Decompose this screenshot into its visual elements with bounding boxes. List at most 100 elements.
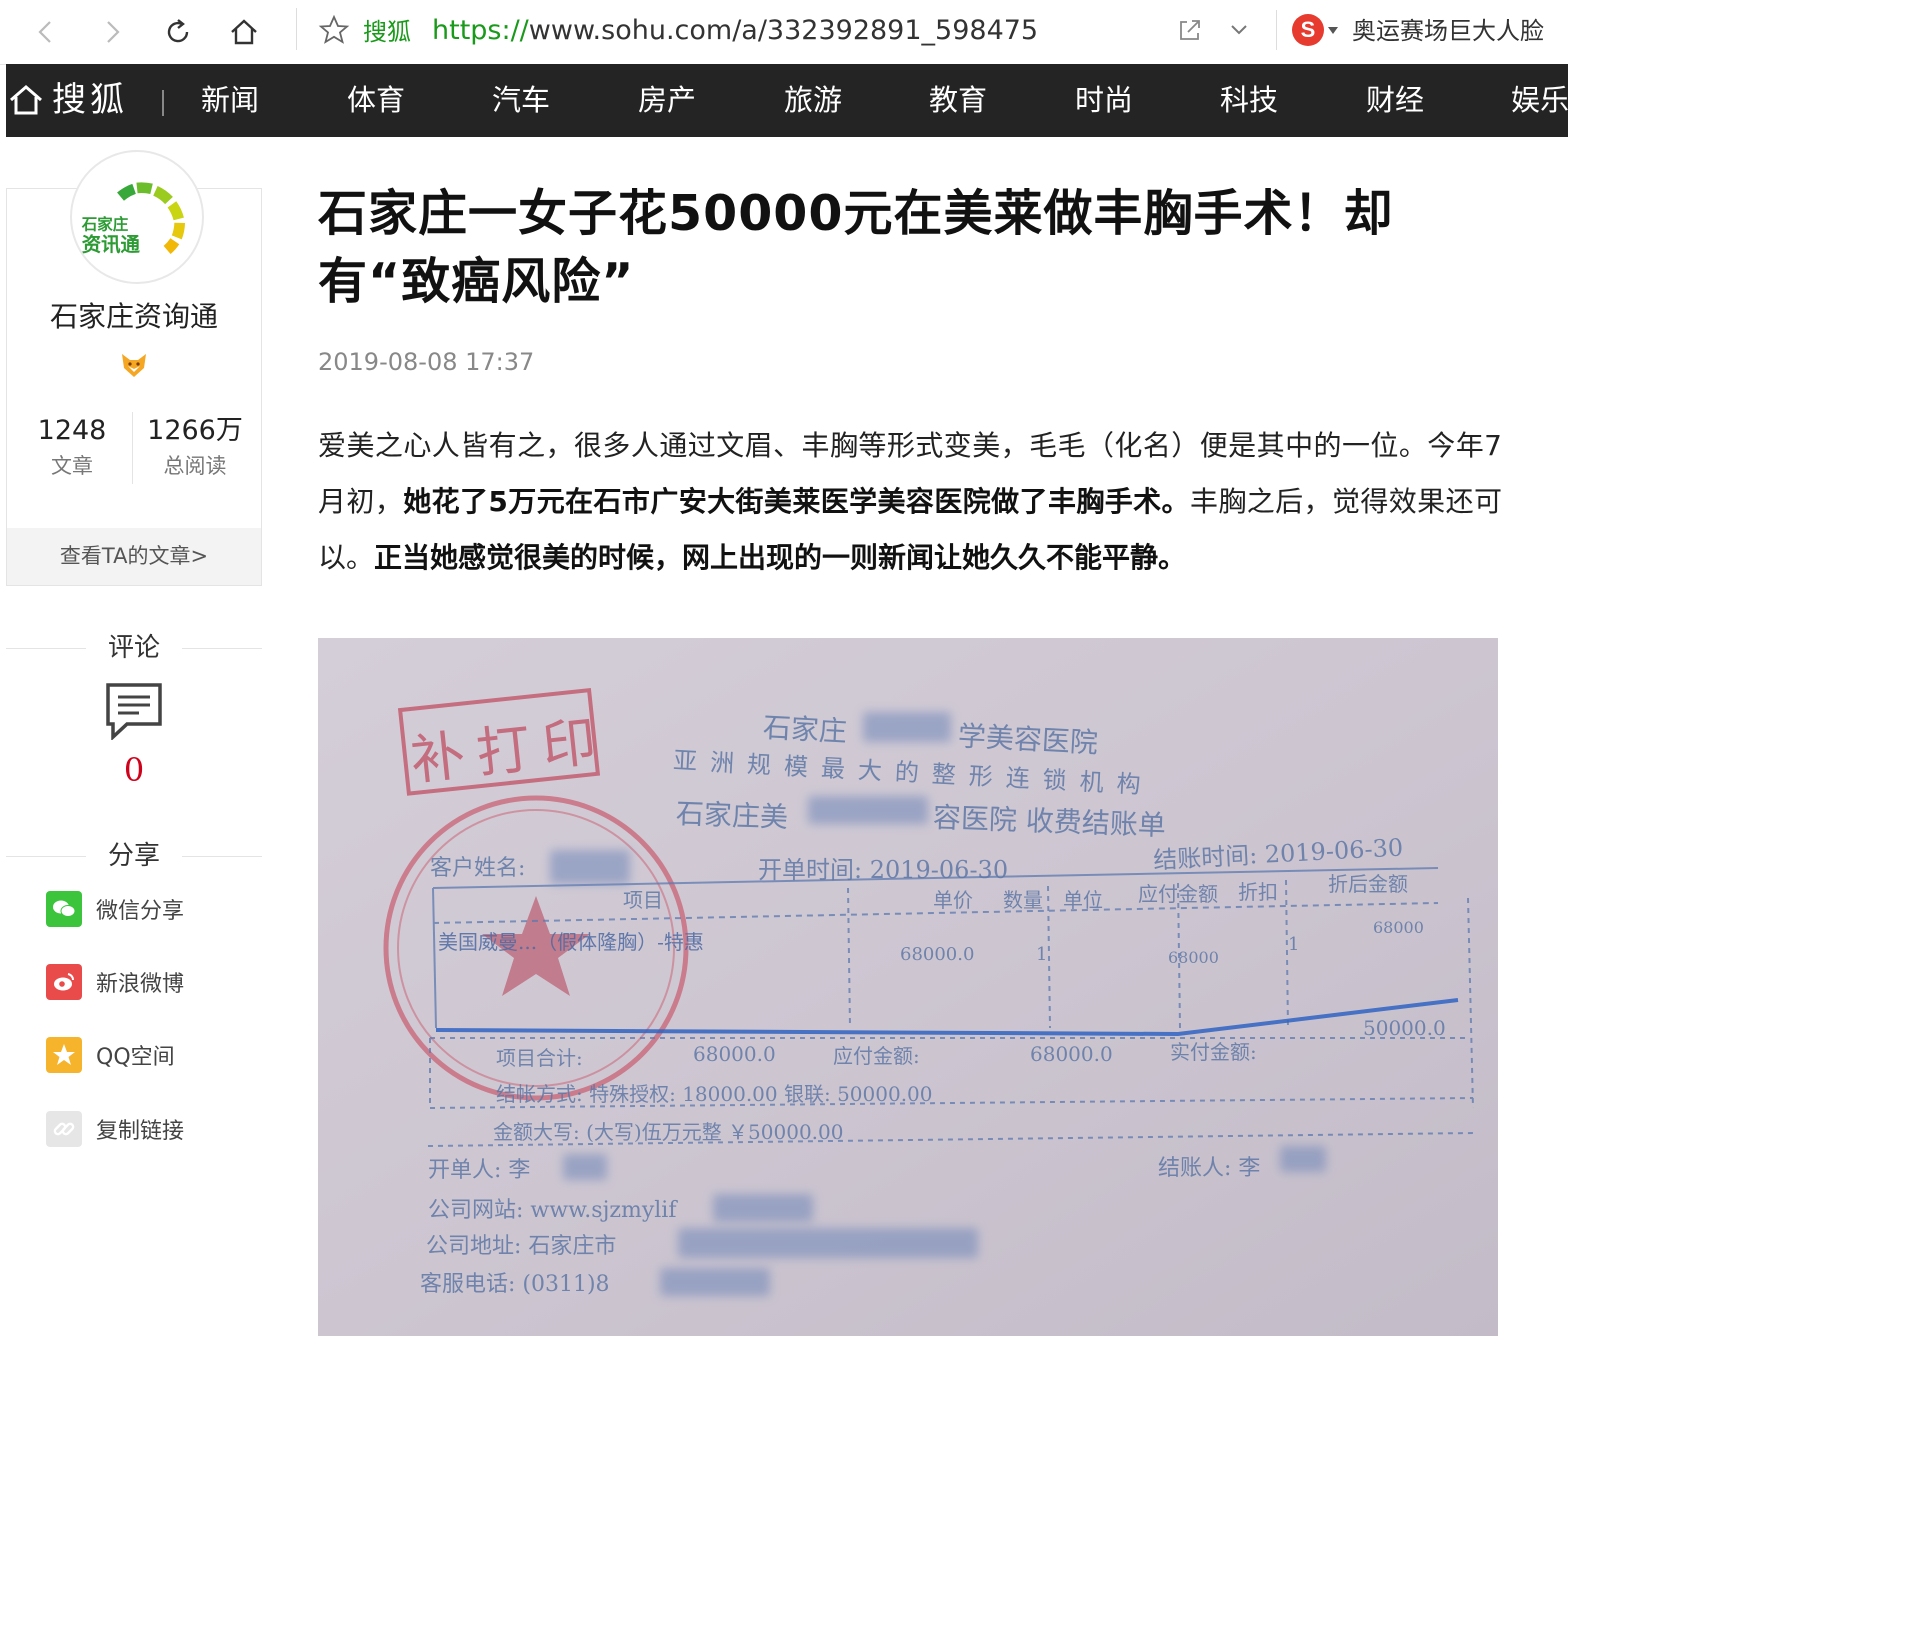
row-due: 68000	[1373, 918, 1424, 937]
share-qzone-button[interactable]: QQ空间	[46, 1036, 175, 1074]
order-time: 开单时间: 2019-06-30	[758, 856, 1009, 884]
wechat-icon	[46, 891, 82, 927]
redaction-blur	[660, 1268, 770, 1296]
amount-in-words: 金额大写: (大写)伍万元整 ￥50000.00	[493, 1120, 844, 1144]
total-value: 68000.0	[693, 1042, 776, 1066]
col-qty: 数量	[1003, 888, 1043, 912]
article-paragraph: 爱美之心人皆有之，很多人通过文眉、丰胸等形式变美，毛毛（化名）便是其中的一位。今…	[318, 418, 1502, 586]
home-icon[interactable]	[8, 82, 44, 118]
browser-toolbar: 搜狐 https://www.sohu.com/a/332392891_5984…	[0, 0, 1568, 65]
url-path: www.sohu.com/a/332392891_598475	[528, 15, 1039, 46]
redaction-blur	[1280, 1146, 1326, 1172]
redaction-blur	[863, 712, 951, 742]
row-discount: 1	[1288, 934, 1300, 955]
share-weibo-button[interactable]: 新浪微博	[46, 963, 184, 1001]
total-label: 项目合计:	[496, 1046, 583, 1070]
author-avatar[interactable]: 石家庄 资讯通	[70, 150, 204, 284]
redaction-blur	[713, 1194, 813, 1222]
nav-item-tech[interactable]: 科技	[1220, 80, 1278, 120]
service-phone: 客服电话: (0311)8	[420, 1272, 610, 1297]
nav-item-travel[interactable]: 旅游	[784, 80, 842, 120]
avatar-text-line1: 石家庄	[81, 215, 129, 234]
reload-icon	[167, 19, 189, 43]
nav-item-entertainment[interactable]: 娱乐	[1511, 80, 1569, 120]
company-website: 公司网站: www.sjzmylif	[428, 1198, 677, 1223]
copy-link-button[interactable]: 复制链接	[46, 1110, 184, 1148]
site-identity[interactable]: 搜狐	[363, 15, 411, 49]
see-author-articles-link[interactable]: 查看TA的文章>	[7, 528, 261, 585]
issuer: 开单人: 李	[428, 1158, 531, 1183]
author-name[interactable]: 石家庄资询通	[0, 296, 268, 338]
nav-divider	[162, 90, 164, 116]
payable-label: 应付金额:	[833, 1044, 920, 1068]
payable-value: 68000.0	[1030, 1042, 1113, 1066]
sohu-logo[interactable]: 搜狐	[52, 78, 128, 122]
bookmark-star-icon[interactable]	[318, 14, 350, 46]
col-unit: 单位	[1063, 888, 1103, 912]
receipt-hospital-name: 石家庄	[762, 710, 848, 749]
col-price: 单价	[933, 888, 973, 912]
comment-count[interactable]: 0	[0, 748, 268, 792]
receipt-photo: 补打印 石家庄 学美容医院 亚洲规模最大的整形连锁机构 石家庄美 容医院 收费结…	[318, 638, 1498, 1336]
row-amount: 68000	[1168, 948, 1219, 967]
articles-count: 1248	[37, 415, 107, 446]
receipt-title-prefix: 石家庄美	[675, 797, 789, 834]
nav-item-news[interactable]: 新闻	[201, 80, 259, 120]
stat-divider	[132, 412, 133, 484]
search-engine-logo[interactable]: S	[1292, 14, 1324, 46]
nav-item-auto[interactable]: 汽车	[492, 80, 550, 120]
chevron-left-icon	[38, 21, 51, 43]
payment-method: 结帐方式: 特殊授权: 18000.00 银联: 50000.00	[496, 1082, 933, 1106]
redaction-blur	[808, 796, 928, 824]
receipt-title: 容医院 收费结账单	[932, 800, 1167, 843]
home-button[interactable]	[224, 12, 264, 52]
home-icon	[231, 19, 257, 45]
paid-label: 实付金额:	[1170, 1040, 1257, 1064]
avatar-text-line2: 资讯通	[82, 233, 141, 256]
redaction-blur	[678, 1228, 978, 1258]
share-qzone-label: QQ空间	[96, 1045, 175, 1070]
chevron-right-icon	[107, 21, 120, 43]
hot-search-suggestion[interactable]: 奥运赛场巨大人脸	[1352, 14, 1544, 48]
reads-label: 总阅读	[163, 454, 227, 478]
nav-item-education[interactable]: 教育	[929, 80, 987, 120]
share-weibo-label: 新浪微博	[96, 972, 185, 997]
toolbar-divider	[1276, 10, 1277, 50]
reads-stat: 1266万 总阅读	[135, 412, 255, 482]
forward-button[interactable]	[92, 12, 132, 52]
toolbar-divider	[296, 8, 297, 50]
share-wechat-button[interactable]: 微信分享	[46, 890, 184, 928]
share-section-title: 分享	[6, 836, 262, 876]
weibo-icon	[46, 964, 82, 1000]
reads-count: 1266万	[147, 415, 243, 446]
customer-name-label: 客户姓名:	[430, 856, 526, 881]
nav-item-sports[interactable]: 体育	[347, 80, 405, 120]
fox-badge-icon	[122, 354, 146, 377]
receipt-hospital-name-tail: 学美容医院	[957, 719, 1099, 760]
address-bar[interactable]: https://www.sohu.com/a/332392891_598475	[432, 13, 1038, 49]
row-price: 68000.0	[900, 944, 975, 965]
nav-item-fashion[interactable]: 时尚	[1075, 80, 1133, 120]
paragraph-bold-text: 正当她感觉很美的时候，网上出现的一则新闻让她久久不能平静。	[374, 541, 1187, 574]
caret-down-icon[interactable]	[1328, 27, 1338, 34]
comment-section-title: 评论	[6, 628, 262, 668]
channel-nav: 搜狐 新闻 体育 汽车 房产 旅游 教育 时尚 科技 财经 娱乐	[6, 64, 1569, 137]
articles-stat: 1248 文章	[12, 412, 132, 482]
nav-item-finance[interactable]: 财经	[1366, 80, 1424, 120]
reload-button[interactable]	[158, 12, 198, 52]
url-scheme: https://	[432, 15, 529, 46]
cashier: 结账人: 李	[1158, 1156, 1261, 1181]
col-amount: 应付金额	[1138, 882, 1218, 906]
col-due: 折后金额	[1328, 872, 1408, 896]
back-button[interactable]	[26, 12, 66, 52]
article-title: 石家庄一女子花50000元在美莱做丰胸手术！却有“致癌风险”	[318, 185, 1394, 310]
nav-item-realestate[interactable]: 房产	[638, 80, 696, 120]
redaction-blur	[550, 850, 630, 884]
copy-link-label: 复制链接	[96, 1119, 185, 1144]
author-logo-icon: 石家庄 资讯通	[81, 182, 186, 256]
paid-value: 50000.0	[1363, 1016, 1446, 1040]
comment-icon[interactable]	[105, 682, 163, 740]
chevron-down-icon[interactable]	[1228, 18, 1250, 40]
share-page-icon[interactable]	[1176, 16, 1204, 44]
article-date: 2019-08-08 17:37	[318, 348, 535, 376]
